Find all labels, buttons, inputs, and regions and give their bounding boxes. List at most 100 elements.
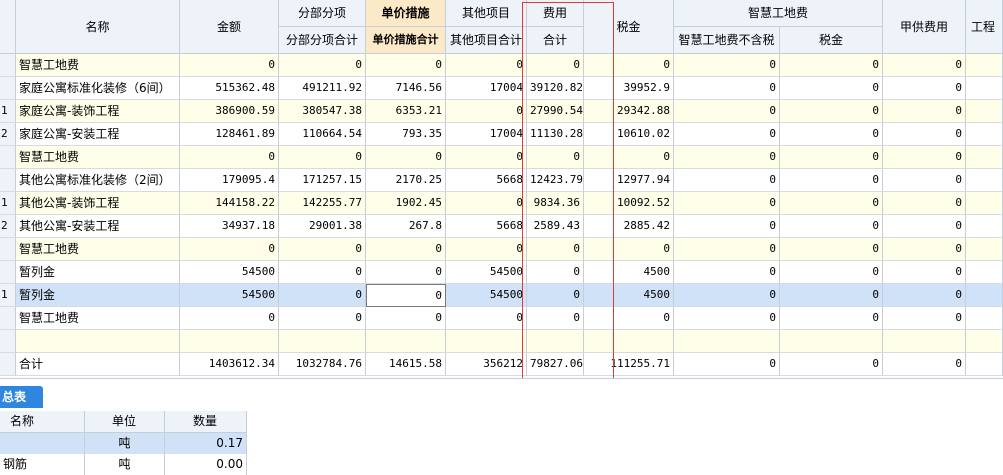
cell-other[interactable]: 0	[446, 307, 527, 330]
cell-eng[interactable]	[966, 100, 1003, 123]
cell-stax[interactable]: 0	[780, 284, 883, 307]
header-smart-site[interactable]: 智慧工地费	[674, 0, 883, 27]
cell-sub[interactable]: 29001.38	[279, 215, 366, 238]
cell-other[interactable]: 0	[446, 54, 527, 77]
cell-name[interactable]	[16, 330, 180, 353]
header-other-items-total[interactable]: 其他项目合计	[446, 27, 527, 54]
table-row[interactable]: 2 家庭公寓-安装工程 128461.89 110664.54 793.35 17004 1…	[0, 123, 1003, 146]
cell-name[interactable]: 其他公寓标准化装修（2间）	[16, 169, 180, 192]
table-row[interactable]: 2 其他公寓-安装工程 34937.18 29001.38 267.8 5668 2589.…	[0, 215, 1003, 238]
table-row[interactable]: 智慧工地费 0 0 0 0 0 0 0 0 0	[0, 238, 1003, 261]
cell-stax[interactable]: 0	[780, 146, 883, 169]
cell-tax[interactable]: 39952.9	[584, 77, 674, 100]
cell-owner[interactable]: 0	[883, 123, 966, 146]
cell-stax[interactable]: 0	[780, 307, 883, 330]
table-row[interactable]: 合计 1403612.34 1032784.76 14615.58 356212 7982…	[0, 353, 1003, 376]
cell-other[interactable]: 17004	[446, 77, 527, 100]
cell-sub[interactable]: 491211.92	[279, 77, 366, 100]
cell-sub[interactable]: 0	[279, 54, 366, 77]
cell-unit[interactable]: 14615.58	[366, 353, 446, 376]
cell-sub[interactable]: 380547.38	[279, 100, 366, 123]
cell-fees[interactable]: 0	[527, 307, 584, 330]
cell-other[interactable]: 5668	[446, 169, 527, 192]
cell-pretax[interactable]: 0	[674, 353, 780, 376]
cell-owner[interactable]: 0	[883, 215, 966, 238]
cell-sub[interactable]	[279, 330, 366, 353]
header-other-items[interactable]: 其他项目	[446, 0, 527, 27]
cell-unit[interactable]: 6353.21	[366, 100, 446, 123]
cell-fees[interactable]: 11130.28	[527, 123, 584, 146]
cell-other[interactable]: 0	[446, 192, 527, 215]
cell-unit[interactable]: 267.8	[366, 215, 446, 238]
cell-name[interactable]: 家庭公寓标准化装修（6间）	[16, 77, 180, 100]
header-smart-site-pretax[interactable]: 智慧工地费不含税	[674, 27, 780, 54]
cell-stax[interactable]	[780, 330, 883, 353]
cell-unit[interactable]: 0	[366, 146, 446, 169]
sub-header-name[interactable]: 名称	[0, 411, 85, 433]
sub-cell-unit[interactable]: 吨	[85, 433, 165, 454]
cell-sub[interactable]: 0	[279, 261, 366, 284]
cell-eng[interactable]	[966, 261, 1003, 284]
header-tax[interactable]: 税金	[584, 0, 674, 54]
cell-owner[interactable]: 0	[883, 284, 966, 307]
cell-amount[interactable]: 179095.4	[180, 169, 279, 192]
cell-sub[interactable]: 0	[279, 146, 366, 169]
cell-pretax[interactable]	[674, 330, 780, 353]
sub-cell-unit[interactable]: 吨	[85, 454, 165, 475]
cell-stax[interactable]: 0	[780, 238, 883, 261]
cell-pretax[interactable]: 0	[674, 146, 780, 169]
cell-tax[interactable]: 0	[584, 307, 674, 330]
table-row[interactable]: 1 家庭公寓-装饰工程 386900.59 380547.38 6353.21 0 2799…	[0, 100, 1003, 123]
cell-other[interactable]: 0	[446, 100, 527, 123]
cell-pretax[interactable]: 0	[674, 54, 780, 77]
sub-cell-name[interactable]: 钢筋	[0, 454, 85, 475]
cell-owner[interactable]: 0	[883, 261, 966, 284]
cell-sub[interactable]: 110664.54	[279, 123, 366, 146]
cell-name[interactable]: 智慧工地费	[16, 146, 180, 169]
header-sub-items[interactable]: 分部分项	[279, 0, 366, 27]
cell-other[interactable]: 0	[446, 146, 527, 169]
cell-stax[interactable]: 0	[780, 215, 883, 238]
header-unit-measures-total[interactable]: 单价措施合计	[366, 27, 446, 54]
cell-pretax[interactable]: 0	[674, 169, 780, 192]
cell-tax[interactable]: 12977.94	[584, 169, 674, 192]
cell-stax[interactable]: 0	[780, 123, 883, 146]
header-sub-items-total[interactable]: 分部分项合计	[279, 27, 366, 54]
cell-eng[interactable]	[966, 192, 1003, 215]
table-row[interactable]: 暂列金 54500 0 0 54500 0 4500 0 0 0	[0, 261, 1003, 284]
cell-pretax[interactable]: 0	[674, 261, 780, 284]
sub-header-unit[interactable]: 单位	[85, 411, 165, 433]
table-row[interactable]: 1 暂列金 54500 0 0 54500 0 4500 0 0 0	[0, 284, 1003, 307]
cell-pretax[interactable]: 0	[674, 123, 780, 146]
cell-fees[interactable]: 0	[527, 261, 584, 284]
cell-amount[interactable]: 1403612.34	[180, 353, 279, 376]
cell-stax[interactable]: 0	[780, 54, 883, 77]
cell-pretax[interactable]: 0	[674, 100, 780, 123]
cell-pretax[interactable]: 0	[674, 307, 780, 330]
cell-owner[interactable]: 0	[883, 307, 966, 330]
cell-fees[interactable]: 0	[527, 238, 584, 261]
cell-tax[interactable]: 10092.52	[584, 192, 674, 215]
cell-fees[interactable]: 9834.36	[527, 192, 584, 215]
table-row[interactable]	[0, 330, 1003, 353]
cell-other[interactable]: 0	[446, 238, 527, 261]
cell-eng[interactable]	[966, 123, 1003, 146]
cell-stax[interactable]: 0	[780, 77, 883, 100]
cell-amount[interactable]: 0	[180, 146, 279, 169]
cell-eng[interactable]	[966, 77, 1003, 100]
table-row[interactable]: 家庭公寓标准化装修（6间） 515362.48 491211.92 7146.56 17…	[0, 77, 1003, 100]
table-row[interactable]: 1 其他公寓-装饰工程 144158.22 142255.77 1902.45 0 9834…	[0, 192, 1003, 215]
cell-name[interactable]: 其他公寓-安装工程	[16, 215, 180, 238]
header-fees[interactable]: 费用	[527, 0, 584, 27]
cell-fees[interactable]: 0	[527, 284, 584, 307]
cell-amount[interactable]: 144158.22	[180, 192, 279, 215]
cell-pretax[interactable]: 0	[674, 238, 780, 261]
cell-sub[interactable]: 142255.77	[279, 192, 366, 215]
cell-eng[interactable]	[966, 54, 1003, 77]
header-engineering[interactable]: 工程	[966, 0, 1003, 54]
cell-eng[interactable]	[966, 353, 1003, 376]
cell-name[interactable]: 合计	[16, 353, 180, 376]
cell-unit[interactable]: 7146.56	[366, 77, 446, 100]
list-item[interactable]: 吨 0.17	[0, 433, 247, 454]
cell-fees[interactable]: 27990.54	[527, 100, 584, 123]
